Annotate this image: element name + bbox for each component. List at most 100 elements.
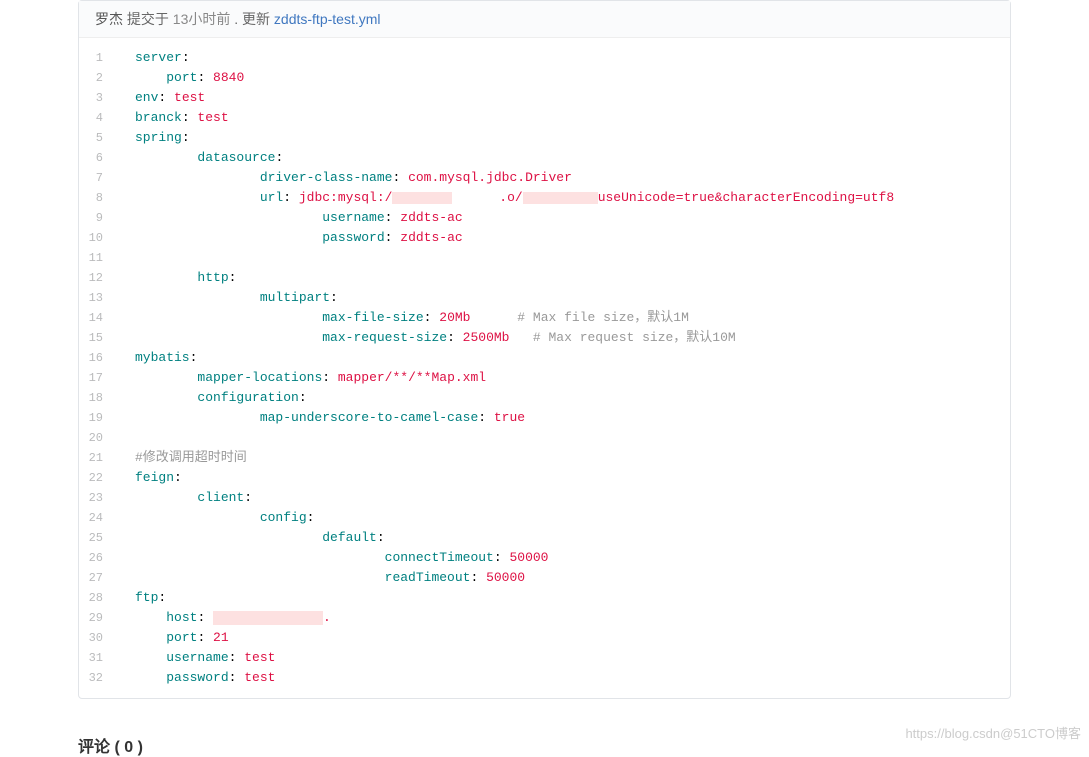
code-line: 17 mapper-locations: mapper/**/**Map.xml xyxy=(79,368,1010,388)
line-number: 13 xyxy=(79,288,119,308)
line-number: 10 xyxy=(79,228,119,248)
line-content: max-request-size: 2500Mb # Max request s… xyxy=(119,328,1010,348)
line-content: mybatis: xyxy=(119,348,1010,368)
code-line: 24 config: xyxy=(79,508,1010,528)
code-line: 20 xyxy=(79,428,1010,448)
line-content: port: 21 xyxy=(119,628,1010,648)
code-line: 8 url: jdbc:mysql:/ .o/useUnicode=true&c… xyxy=(79,188,1010,208)
line-content: mapper-locations: mapper/**/**Map.xml xyxy=(119,368,1010,388)
line-content xyxy=(119,428,1010,448)
line-number: 17 xyxy=(79,368,119,388)
line-content: configuration: xyxy=(119,388,1010,408)
line-number: 3 xyxy=(79,88,119,108)
line-content: max-file-size: 20Mb # Max file size，默认1M xyxy=(119,308,1010,328)
line-content: driver-class-name: com.mysql.jdbc.Driver xyxy=(119,168,1010,188)
line-number: 32 xyxy=(79,668,119,688)
code-line: 29 host: . xyxy=(79,608,1010,628)
line-content: port: 8840 xyxy=(119,68,1010,88)
code-line: 7 driver-class-name: com.mysql.jdbc.Driv… xyxy=(79,168,1010,188)
line-content: username: test xyxy=(119,648,1010,668)
line-number: 24 xyxy=(79,508,119,528)
line-number: 12 xyxy=(79,268,119,288)
code-line: 9 username: zddts-ac xyxy=(79,208,1010,228)
code-line: 30 port: 21 xyxy=(79,628,1010,648)
code-line: 27 readTimeout: 50000 xyxy=(79,568,1010,588)
code-line: 23 client: xyxy=(79,488,1010,508)
line-content: client: xyxy=(119,488,1010,508)
line-number: 25 xyxy=(79,528,119,548)
code-line: 15 max-request-size: 2500Mb # Max reques… xyxy=(79,328,1010,348)
line-number: 7 xyxy=(79,168,119,188)
line-content: map-underscore-to-camel-case: true xyxy=(119,408,1010,428)
line-number: 14 xyxy=(79,308,119,328)
line-content: connectTimeout: 50000 xyxy=(119,548,1010,568)
code-line: 12 http: xyxy=(79,268,1010,288)
commit-action: 提交于 xyxy=(127,11,169,27)
line-content: http: xyxy=(119,268,1010,288)
line-content: username: zddts-ac xyxy=(119,208,1010,228)
line-content xyxy=(119,248,1010,268)
line-number: 18 xyxy=(79,388,119,408)
watermark: https://blog.csdn@51CTO博客 xyxy=(905,723,1081,742)
line-content: server: xyxy=(119,48,1010,68)
line-content: default: xyxy=(119,528,1010,548)
line-number: 28 xyxy=(79,588,119,608)
line-content: branck: test xyxy=(119,108,1010,128)
code-line: 32 password: test xyxy=(79,668,1010,688)
commit-time: 13小时前 xyxy=(173,11,231,27)
commit-filename[interactable]: zddts-ftp-test.yml xyxy=(274,11,381,27)
line-number: 1 xyxy=(79,48,119,68)
line-number: 9 xyxy=(79,208,119,228)
line-number: 26 xyxy=(79,548,119,568)
code-line: 26 connectTimeout: 50000 xyxy=(79,548,1010,568)
comments-heading: 评论 ( 0 ) xyxy=(78,733,1011,757)
line-number: 23 xyxy=(79,488,119,508)
code-line: 11 xyxy=(79,248,1010,268)
commit-info-bar: 罗杰 提交于 13小时前 . 更新 zddts-ftp-test.yml xyxy=(79,1,1010,38)
code-line: 16mybatis: xyxy=(79,348,1010,368)
line-number: 30 xyxy=(79,628,119,648)
line-number: 8 xyxy=(79,188,119,208)
code-line: 13 multipart: xyxy=(79,288,1010,308)
line-content: password: zddts-ac xyxy=(119,228,1010,248)
code-line: 31 username: test xyxy=(79,648,1010,668)
line-content: spring: xyxy=(119,128,1010,148)
file-view-panel: 罗杰 提交于 13小时前 . 更新 zddts-ftp-test.yml 1se… xyxy=(78,0,1011,699)
line-number: 20 xyxy=(79,428,119,448)
line-content: url: jdbc:mysql:/ .o/useUnicode=true&cha… xyxy=(119,188,1010,208)
code-line: 5spring: xyxy=(79,128,1010,148)
line-content: config: xyxy=(119,508,1010,528)
line-number: 27 xyxy=(79,568,119,588)
line-content: ftp: xyxy=(119,588,1010,608)
line-content: datasource: xyxy=(119,148,1010,168)
line-content: env: test xyxy=(119,88,1010,108)
line-number: 4 xyxy=(79,108,119,128)
code-block[interactable]: 1server:2 port: 88403env: test4branck: t… xyxy=(79,38,1010,698)
code-line: 25 default: xyxy=(79,528,1010,548)
line-content: #修改调用超时时间 xyxy=(119,448,1010,468)
line-number: 29 xyxy=(79,608,119,628)
commit-author[interactable]: 罗杰 xyxy=(95,11,123,27)
code-line: 19 map-underscore-to-camel-case: true xyxy=(79,408,1010,428)
line-number: 6 xyxy=(79,148,119,168)
line-content: multipart: xyxy=(119,288,1010,308)
code-line: 1server: xyxy=(79,48,1010,68)
code-line: 10 password: zddts-ac xyxy=(79,228,1010,248)
line-number: 2 xyxy=(79,68,119,88)
code-line: 6 datasource: xyxy=(79,148,1010,168)
line-number: 19 xyxy=(79,408,119,428)
line-number: 15 xyxy=(79,328,119,348)
code-line: 18 configuration: xyxy=(79,388,1010,408)
code-line: 22feign: xyxy=(79,468,1010,488)
line-number: 16 xyxy=(79,348,119,368)
code-line: 4branck: test xyxy=(79,108,1010,128)
line-content: feign: xyxy=(119,468,1010,488)
commit-sep: . 更新 xyxy=(234,11,274,27)
line-content: password: test xyxy=(119,668,1010,688)
line-number: 21 xyxy=(79,448,119,468)
line-number: 11 xyxy=(79,248,119,268)
line-number: 31 xyxy=(79,648,119,668)
line-content: readTimeout: 50000 xyxy=(119,568,1010,588)
code-line: 14 max-file-size: 20Mb # Max file size，默… xyxy=(79,308,1010,328)
line-number: 22 xyxy=(79,468,119,488)
